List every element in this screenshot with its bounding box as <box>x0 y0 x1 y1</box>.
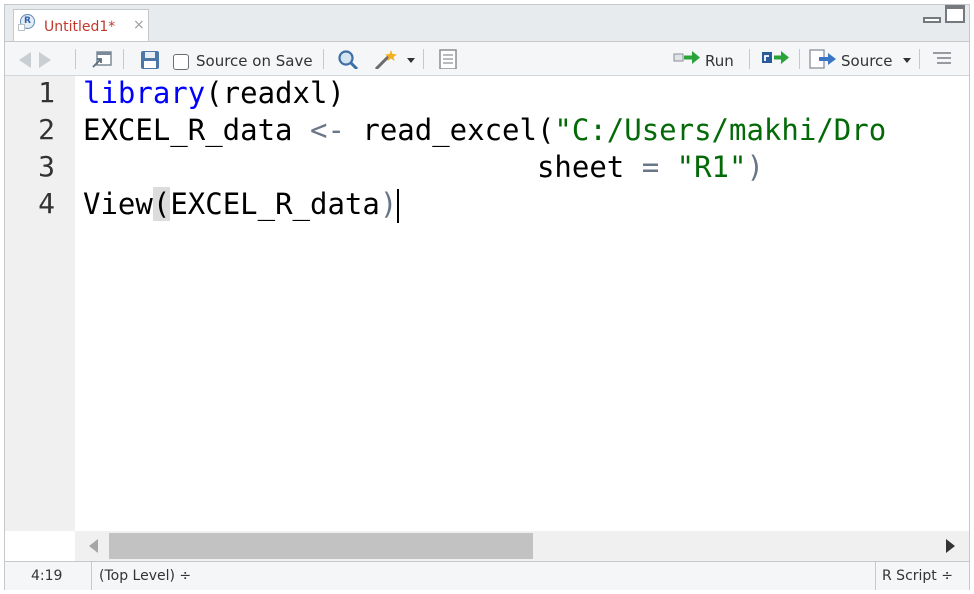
toolbar-separator <box>919 49 920 69</box>
run-arrow-icon <box>673 51 700 64</box>
chevron-down-icon[interactable] <box>903 58 911 63</box>
magic-wand-icon[interactable] <box>373 49 399 69</box>
tab-title: Untitled1* <box>44 19 116 35</box>
tab-untitled1[interactable]: R Untitled1* × <box>13 9 149 41</box>
status-separator <box>91 562 92 590</box>
paren-token: ) <box>379 187 398 221</box>
code-token: read_excel( <box>344 113 555 147</box>
editor-toolbar: Source on Save Run Source <box>5 42 969 76</box>
maximize-pane-icon[interactable] <box>945 5 965 23</box>
forward-arrow-icon[interactable] <box>39 52 51 68</box>
function-token: View <box>83 187 153 221</box>
source-on-save-checkbox[interactable] <box>173 54 189 70</box>
re-run-icon[interactable] <box>761 49 791 69</box>
run-label: Run <box>705 52 734 70</box>
matched-paren-token: ( <box>152 187 171 221</box>
code-token: EXCEL_R_data <box>83 113 310 147</box>
code-line-2: EXCEL_R_data <- read_excel("C:/Users/mak… <box>83 113 886 147</box>
tab-strip: R Untitled1* × <box>5 5 969 42</box>
operator-token: <- <box>309 113 345 147</box>
close-icon[interactable]: × <box>133 17 145 33</box>
save-icon[interactable] <box>139 49 161 69</box>
line-number: 2 <box>38 113 55 146</box>
status-bar: 4:19 (Top Level) ÷ R Script ÷ <box>5 561 969 590</box>
code-token: EXCEL_R_data <box>170 187 380 221</box>
scroll-right-icon[interactable] <box>946 539 955 553</box>
source-editor-pane: R Untitled1* × Source on Save Run Source… <box>4 4 970 590</box>
toolbar-separator <box>75 49 76 69</box>
source-on-save-label: Source on Save <box>196 52 313 70</box>
code-token: (readxl) <box>205 76 345 110</box>
operator-token: = <box>641 150 660 184</box>
source-script-icon <box>809 49 836 69</box>
line-number-gutter: 1 2 3 4 <box>5 76 75 531</box>
line-number: 4 <box>38 187 55 220</box>
string-token: "C:/Users/makhi/Dro <box>554 113 887 147</box>
scope-selector[interactable]: (Top Level) ÷ <box>99 568 191 584</box>
scrollbar-thumb[interactable] <box>109 533 533 559</box>
horizontal-scrollbar[interactable] <box>75 531 969 561</box>
keyword-token: library <box>83 76 206 110</box>
search-icon[interactable] <box>337 49 359 69</box>
show-in-new-window-icon[interactable] <box>91 49 113 69</box>
file-type-selector[interactable]: R Script ÷ <box>882 568 953 584</box>
toolbar-separator <box>423 49 424 69</box>
back-arrow-icon[interactable] <box>19 52 31 68</box>
status-separator <box>875 562 876 590</box>
chevron-down-icon[interactable] <box>407 58 415 63</box>
code-line-4: View(EXCEL_R_data) <box>83 187 400 223</box>
line-number: 3 <box>38 150 55 183</box>
toolbar-separator <box>123 49 124 69</box>
code-token: sheet <box>83 150 642 184</box>
r-file-icon: R <box>18 14 35 31</box>
cursor-position: 4:19 <box>31 568 63 584</box>
text-cursor <box>397 189 400 223</box>
line-number: 1 <box>38 76 55 109</box>
code-line-3: sheet = "R1") <box>83 150 764 184</box>
compile-report-icon[interactable] <box>437 49 459 69</box>
code-editor[interactable]: 1 2 3 4 library(readxl) EXCEL_R_data <- … <box>5 76 969 531</box>
document-outline-icon[interactable] <box>931 49 953 69</box>
code-line-1: library(readxl) <box>83 76 345 110</box>
minimize-pane-icon[interactable] <box>923 17 941 23</box>
scroll-left-icon[interactable] <box>89 539 98 553</box>
string-token: "R1" <box>676 150 747 184</box>
toolbar-separator <box>749 49 750 69</box>
source-label: Source <box>841 52 893 70</box>
paren-token: ) <box>746 150 764 184</box>
toolbar-separator <box>323 49 324 69</box>
toolbar-separator <box>799 49 800 69</box>
